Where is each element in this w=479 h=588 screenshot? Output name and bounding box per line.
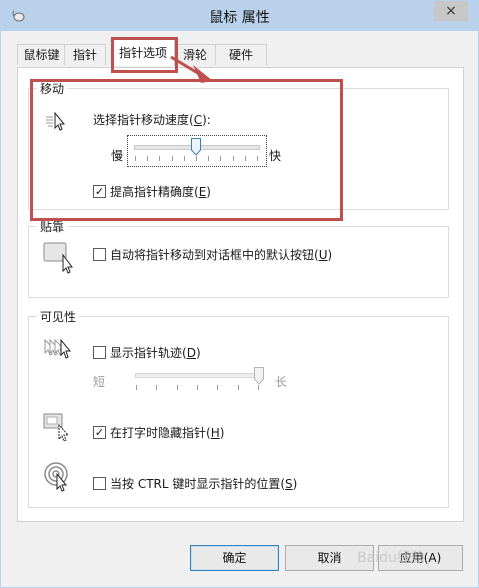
- snap-to-group: 贴靠 自动将指针移动到对话框中的默认按钮(U): [28, 218, 449, 298]
- speed-slider-thumb[interactable]: [191, 138, 201, 156]
- motion-group: 移动 选择指针移动速度(C): 慢 快 ✓ 提高指针精确度(E): [28, 80, 449, 210]
- trails-label-suffix: ): [195, 346, 201, 360]
- speed-label: 选择指针移动速度(C):: [93, 111, 211, 128]
- ok-button[interactable]: 确定: [190, 545, 279, 571]
- cancel-button[interactable]: 取消: [285, 545, 374, 571]
- hide-while-typing-label: 在打字时隐藏指针(H): [110, 424, 224, 441]
- tab-pointer-options[interactable]: 指针选项: [111, 39, 175, 66]
- show-location-icon: [44, 462, 68, 492]
- tab-buttons[interactable]: 鼠标键: [17, 44, 66, 65]
- trail-length-slider[interactable]: [135, 367, 264, 395]
- trail-slider-ticks: [136, 385, 259, 390]
- apply-button[interactable]: 应用(A): [378, 545, 463, 571]
- pointer-options-panel: 移动 选择指针移动速度(C): 慢 快 ✓ 提高指针精确度(E) 贴靠 自动将指…: [17, 67, 464, 522]
- window-title: 鼠标 属性: [209, 10, 270, 26]
- precision-checkbox[interactable]: ✓: [93, 185, 106, 198]
- pointer-trails-icon: [44, 338, 72, 359]
- long-label: 长: [275, 375, 288, 389]
- hide-label-suffix: ): [219, 426, 225, 440]
- visibility-group: 可见性 显示指针轨迹(D) 短 长 ✓ 在打字时隐藏指针(H) 当按 CTRL …: [28, 308, 449, 508]
- snap-label-suffix: ): [327, 248, 333, 262]
- pointer-trails-label: 显示指针轨迹(D): [110, 344, 201, 361]
- slow-label: 慢: [111, 149, 124, 163]
- tab-pointers[interactable]: 指针: [64, 44, 106, 65]
- show-location-checkbox[interactable]: [93, 477, 106, 490]
- close-icon: ×: [445, 3, 457, 19]
- snap-to-icon: [43, 242, 73, 274]
- speed-label-text: 选择指针移动速度(: [93, 113, 194, 127]
- trail-slider-thumb[interactable]: [254, 367, 264, 385]
- pointer-speed-icon: [46, 111, 66, 131]
- pointer-trails-checkbox[interactable]: [93, 346, 106, 359]
- mouse-properties-dialog: 鼠标 属性 × 鼠标键 指针 指针选项 滑轮 硬件 移动 选择指针移动速度(C)…: [0, 0, 479, 588]
- ctrl-label-key: S: [285, 477, 293, 491]
- snap-label-text: 自动将指针移动到对话框中的默认按钮(: [110, 248, 319, 262]
- motion-group-title: 移动: [37, 80, 68, 97]
- hide-label-key: H: [210, 426, 220, 440]
- trails-label-key: D: [186, 346, 196, 360]
- check-icon: ✓: [94, 185, 105, 198]
- trail-slider-track: [135, 373, 261, 378]
- speed-slider-ticks: [135, 156, 258, 161]
- show-location-label: 当按 CTRL 键时显示指针的位置(S): [110, 475, 297, 492]
- title-bar: 鼠标 属性 ×: [1, 1, 478, 31]
- visibility-group-title: 可见性: [37, 308, 80, 325]
- snap-checkbox[interactable]: [93, 248, 106, 261]
- ctrl-label-suffix: ): [292, 477, 298, 491]
- precision-label: 提高指针精确度(E): [110, 183, 211, 200]
- snap-group-title: 贴靠: [37, 218, 68, 235]
- snap-label: 自动将指针移动到对话框中的默认按钮(U): [110, 246, 332, 263]
- speed-slider[interactable]: [127, 135, 267, 167]
- annotation-arrow-icon: [170, 55, 213, 83]
- hide-label-text: 在打字时隐藏指针(: [110, 426, 211, 440]
- speed-label-key: C: [193, 113, 203, 127]
- short-label: 短: [93, 375, 106, 389]
- precision-label-text: 提高指针精确度(: [110, 185, 199, 199]
- precision-label-suffix: ): [206, 185, 211, 199]
- close-button[interactable]: ×: [434, 1, 468, 21]
- hide-while-typing-icon: [43, 413, 70, 442]
- ctrl-label-text: 当按 CTRL 键时显示指针的位置(: [110, 477, 286, 491]
- check-icon: ✓: [94, 426, 105, 439]
- trails-label-text: 显示指针轨迹(: [110, 346, 187, 360]
- tab-bar: 鼠标键 指针 指针选项 滑轮 硬件: [1, 31, 478, 67]
- hide-while-typing-checkbox[interactable]: ✓: [93, 426, 106, 439]
- fast-label: 快: [269, 149, 282, 163]
- speed-label-suffix: ):: [202, 113, 211, 127]
